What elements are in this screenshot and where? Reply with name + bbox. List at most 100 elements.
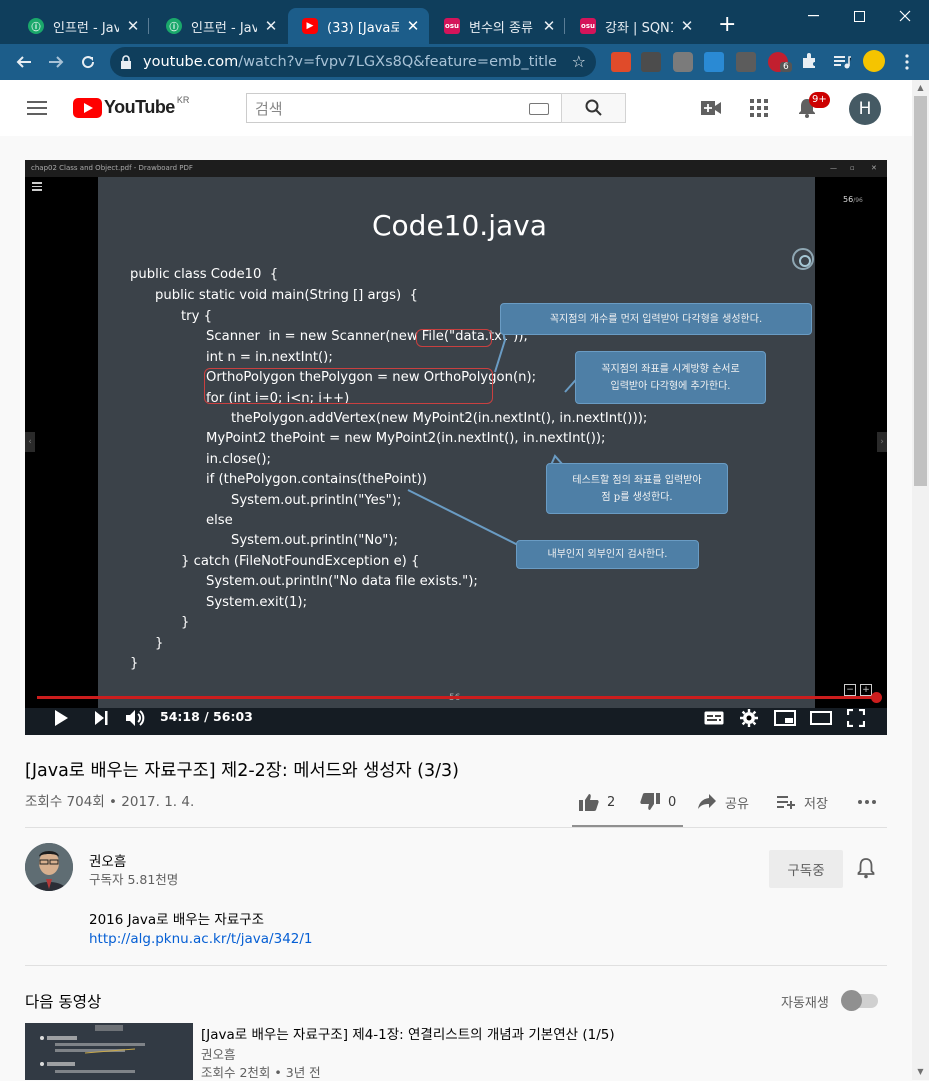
url-host: youtube.com	[143, 54, 239, 70]
subtitles-button[interactable]	[703, 708, 725, 728]
osu-icon: osu	[580, 18, 596, 34]
close-icon	[899, 10, 911, 22]
tab-title: 변수의 종류 |	[469, 20, 535, 36]
recommended-video-meta: 조회수 2천회 • 3년 전	[201, 1065, 321, 1080]
dislike-button[interactable]: 0	[640, 792, 676, 812]
description-text: 2016 Java로 배우는 자료구조	[89, 912, 265, 928]
close-tab-icon[interactable]: ✕	[679, 17, 695, 35]
maximize-window-button[interactable]	[836, 0, 882, 32]
create-video-button[interactable]	[699, 96, 723, 120]
settings-button[interactable]	[738, 708, 760, 728]
search-button[interactable]	[561, 93, 626, 123]
browser-tab[interactable]: osu 변수의 종류 | ✕	[430, 8, 565, 44]
bookmark-star-icon[interactable]: ☆	[572, 52, 586, 71]
extension-icon[interactable]	[641, 52, 661, 72]
like-button[interactable]: 2	[579, 792, 615, 812]
share-icon	[698, 794, 716, 809]
inflearn-icon: ⓘ	[28, 18, 44, 34]
thumbs-up-icon	[579, 794, 599, 811]
extension-badge: 6	[780, 62, 792, 72]
more-actions-button[interactable]	[858, 792, 876, 812]
browser-toolbar: youtube.com/watch?v=fvpv7LGXs8Q&feature=…	[0, 44, 929, 80]
extension-icon[interactable]	[736, 52, 756, 72]
camera-extension-icon[interactable]	[673, 52, 693, 72]
recommended-video-thumbnail[interactable]	[25, 1023, 193, 1080]
close-tab-icon[interactable]: ✕	[405, 17, 421, 35]
browser-tab[interactable]: osu 강좌 | SQN10 ✕	[566, 8, 703, 44]
video-player[interactable]: chap02 Class and Object.pdf - Drawboard …	[25, 160, 887, 735]
theater-mode-button[interactable]	[809, 708, 833, 728]
new-tab-button[interactable]: +	[718, 12, 736, 38]
browser-tab-active[interactable]: ▶ (33) [Java로 배 ✕	[288, 8, 429, 44]
channel-name[interactable]: 권오흠	[89, 850, 126, 870]
youtube-play-logo-icon	[73, 97, 102, 118]
more-horiz-icon	[858, 800, 876, 804]
osu-icon: osu	[444, 18, 460, 34]
description-link[interactable]: http://alg.pknu.ac.kr/t/java/342/1	[89, 931, 313, 947]
autoplay-label: 자동재생	[781, 996, 829, 1011]
divider	[25, 827, 887, 828]
youtube-masthead: YouTube KR 검색 9+ H	[0, 80, 912, 136]
reload-button[interactable]	[74, 48, 102, 76]
browser-tab[interactable]: ⓘ 인프런 - Java ✕	[152, 8, 287, 44]
forward-button[interactable]	[42, 48, 70, 76]
chrome-menu-button[interactable]	[893, 48, 921, 76]
recommended-video-title[interactable]: [Java로 배우는 자료구조] 제4-1장: 연결리스트의 개념과 기본연산 …	[201, 1023, 615, 1043]
play-icon	[55, 710, 68, 726]
page-scrollbar[interactable]: ▲ ▼	[912, 80, 929, 1080]
thumbs-down-icon	[640, 793, 660, 810]
save-label: 저장	[804, 796, 828, 812]
mute-button[interactable]	[125, 708, 149, 728]
logo-region: KR	[176, 94, 190, 105]
share-label: 공유	[725, 796, 749, 812]
guide-menu-icon[interactable]	[27, 101, 47, 115]
miniplayer-button[interactable]	[773, 708, 797, 728]
dislike-count: 0	[668, 794, 677, 810]
autoplay-toggle-knob[interactable]	[841, 990, 862, 1011]
minimize-icon	[807, 15, 819, 17]
address-bar[interactable]: youtube.com/watch?v=fvpv7LGXs8Q&feature=…	[110, 47, 596, 77]
extensions-puzzle-icon[interactable]	[800, 52, 820, 72]
close-tab-icon[interactable]: ✕	[263, 17, 279, 35]
video-camera-plus-icon	[701, 101, 721, 115]
scroll-up-icon[interactable]: ▲	[912, 80, 929, 96]
subtitles-icon	[704, 711, 724, 725]
fullscreen-icon	[847, 709, 865, 727]
close-tab-icon[interactable]: ✕	[125, 17, 141, 35]
like-count: 2	[607, 794, 616, 810]
notification-bell-button[interactable]	[857, 857, 877, 879]
scrollbar-thumb[interactable]	[914, 96, 927, 486]
browser-tab-strip: ⓘ 인프런 - Java ✕ ⓘ 인프런 - Java ✕ ▶ (33) [Ja…	[0, 0, 929, 44]
url-path: /watch?v=fvpv7LGXs8Q&feature=emb_title	[238, 54, 557, 70]
search-input[interactable]: 검색	[246, 93, 562, 123]
next-video-button[interactable]	[91, 708, 111, 728]
gear-icon	[740, 709, 758, 727]
volume-icon	[126, 710, 145, 726]
media-control-icon[interactable]	[832, 52, 852, 72]
tab-title: (33) [Java로 배	[327, 20, 399, 36]
channel-avatar[interactable]	[25, 843, 73, 891]
scroll-down-icon[interactable]: ▼	[912, 1064, 929, 1080]
browser-tab[interactable]: ⓘ 인프런 - Java ✕	[14, 8, 149, 44]
back-button[interactable]	[10, 48, 38, 76]
minimize-window-button[interactable]	[790, 0, 836, 32]
close-tab-icon[interactable]: ✕	[541, 17, 557, 35]
scrubber-handle[interactable]	[871, 692, 882, 703]
extension-icon[interactable]	[611, 52, 631, 72]
play-button[interactable]	[50, 708, 72, 728]
time-display: 54:18 / 56:03	[160, 709, 253, 724]
account-avatar[interactable]: H	[849, 93, 881, 125]
save-button[interactable]: 저장	[777, 792, 828, 812]
download-extension-icon[interactable]	[704, 52, 724, 72]
keyboard-icon[interactable]	[529, 103, 549, 115]
share-button[interactable]: 공유	[698, 792, 749, 812]
youtube-logo[interactable]: YouTube KR	[73, 94, 190, 118]
apps-button[interactable]	[747, 96, 771, 120]
subscribed-button[interactable]: 구독중	[769, 850, 843, 888]
fullscreen-button[interactable]	[845, 708, 867, 728]
recommended-video-channel[interactable]: 권오흠	[201, 1044, 236, 1063]
annotation-callout: 꼭지점의 개수를 먼저 입력받아 다각형을 생성한다.	[500, 303, 812, 335]
profile-avatar-icon[interactable]	[863, 50, 885, 72]
progress-bar[interactable]	[37, 696, 876, 699]
close-window-button[interactable]	[882, 0, 928, 32]
